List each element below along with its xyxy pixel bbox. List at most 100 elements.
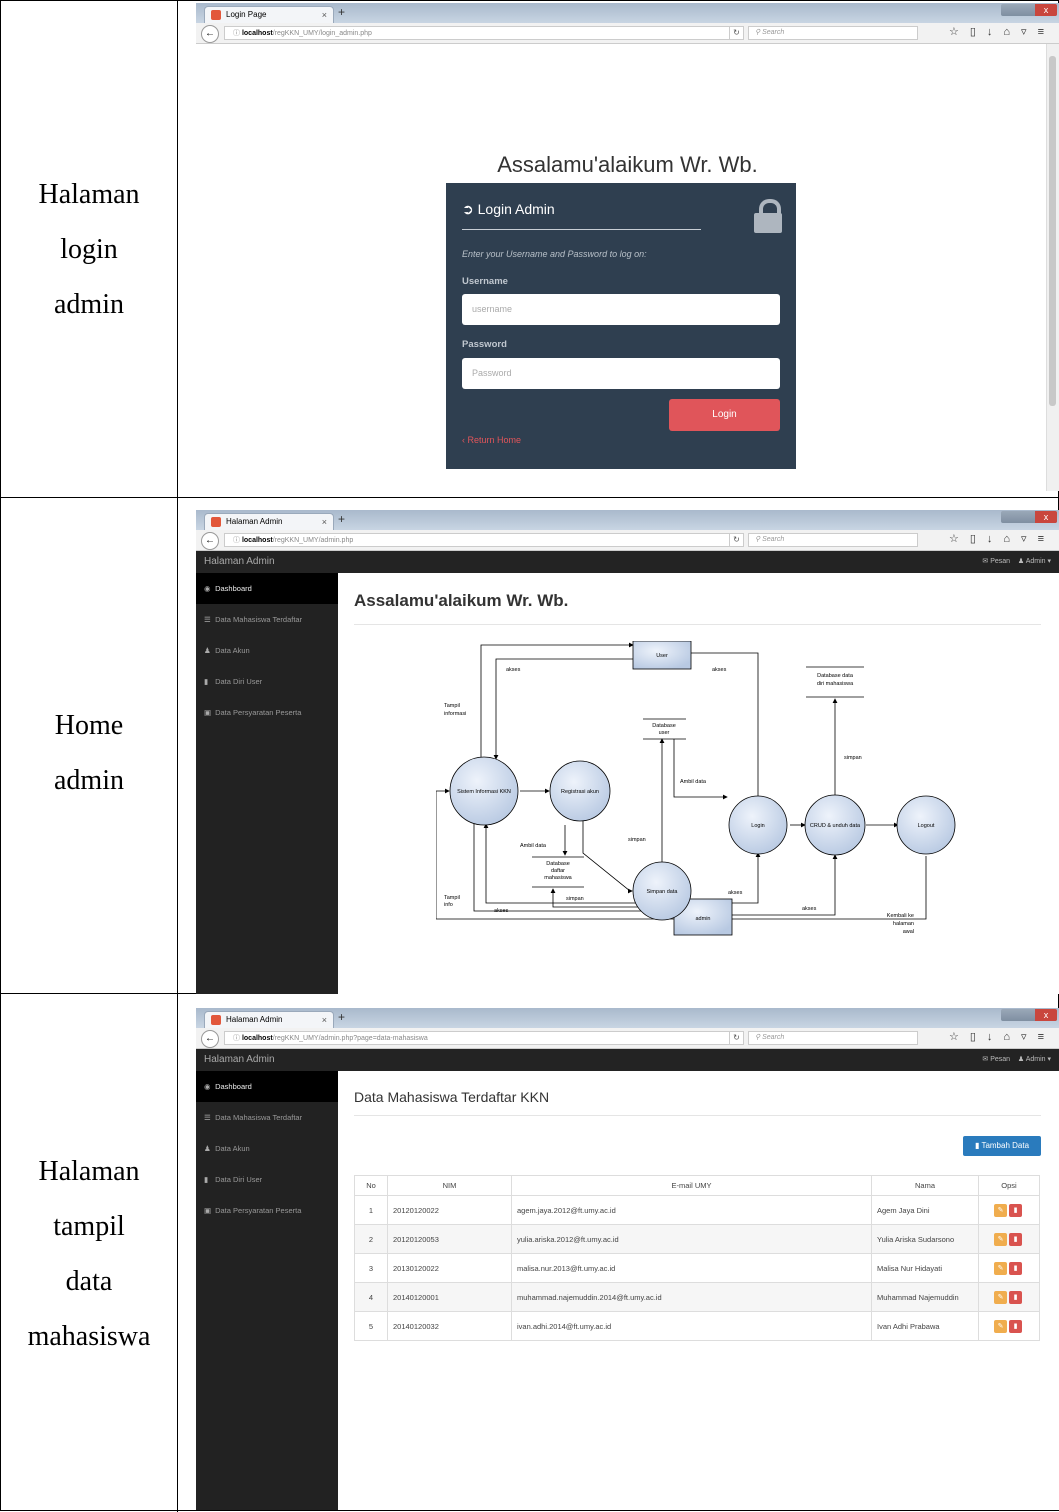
brand[interactable]: Halaman Admin	[204, 1054, 275, 1065]
search-field[interactable]: ⚲ Search	[748, 1031, 918, 1045]
password-label: Password	[462, 339, 507, 350]
user-menu[interactable]: Admin	[1026, 1056, 1046, 1063]
address-bar[interactable]: ⓘ localhost/regKKN_UMY/admin.php?page=da…	[224, 1031, 744, 1045]
trash-icon[interactable]: ▮	[1009, 1290, 1022, 1304]
toolbar-icons[interactable]: ☆▯↓⌂▿≡	[949, 25, 1055, 38]
row-table: Halaman tampil data mahasiswa Halaman Ad…	[1, 994, 1059, 1512]
users-icon: ♟	[204, 1144, 211, 1153]
edit-icon[interactable]: ✎	[994, 1319, 1007, 1333]
new-tab-button[interactable]: +	[338, 512, 345, 526]
sidebar-item-persyaratan[interactable]: ▣ Data Persyaratan Peserta	[196, 1195, 338, 1226]
user-menu[interactable]: Admin	[1026, 558, 1046, 565]
cell-nim: 20130120022	[387, 1253, 512, 1283]
nav-bar: ← ⓘ localhost/regKKN_UMY/login_admin.php…	[196, 23, 1059, 44]
back-arrow-icon[interactable]: ←	[201, 25, 219, 43]
sidebar-item-dashboard[interactable]: ◉ Dashboard	[196, 573, 338, 604]
new-tab-button[interactable]: +	[338, 1010, 345, 1024]
window-controls[interactable]: x	[1001, 511, 1057, 523]
sidebar-item-persyaratan[interactable]: ▣ Data Persyaratan Peserta	[196, 697, 338, 728]
sidebar-item-akun[interactable]: ♟ Data Akun	[196, 635, 338, 666]
sidebar-item-mahasiswa[interactable]: ☰ Data Mahasiswa Terdaftar	[196, 604, 338, 635]
label-informasi: informasi	[444, 711, 466, 717]
edit-icon[interactable]: ✎	[994, 1232, 1007, 1246]
envelope-icon: ✉	[982, 558, 989, 565]
edit-icon[interactable]: ✎	[994, 1261, 1007, 1275]
close-window-icon[interactable]: x	[1035, 511, 1057, 523]
edit-icon[interactable]: ✎	[994, 1203, 1007, 1217]
add-data-button[interactable]: ▮ Tambah Data	[963, 1136, 1041, 1156]
address-bar[interactable]: ⓘ localhost/regKKN_UMY/admin.php	[224, 533, 744, 547]
password-input[interactable]: Password	[462, 358, 780, 389]
window-controls[interactable]: x	[1001, 1009, 1057, 1021]
back-arrow-icon[interactable]: ←	[201, 532, 219, 550]
label-line: Home	[54, 710, 124, 741]
edit-icon[interactable]: ✎	[994, 1290, 1007, 1304]
trash-icon[interactable]: ▮	[1009, 1319, 1022, 1333]
return-home-link[interactable]: ‹ Return Home	[462, 435, 521, 445]
login-button[interactable]: Login	[669, 399, 780, 431]
login-title-text: Login Admin	[477, 201, 555, 217]
add-data-label: Tambah Data	[981, 1141, 1030, 1150]
address-bar[interactable]: ⓘ localhost/regKKN_UMY/login_admin.php	[224, 26, 744, 40]
label-awal: awal	[903, 929, 914, 935]
close-window-icon[interactable]: x	[1035, 4, 1057, 16]
dbdaftar-label: mahasiswa	[544, 875, 572, 881]
trash-icon[interactable]: ▮	[1009, 1232, 1022, 1246]
window-controls[interactable]: x	[1001, 4, 1057, 16]
sidebar-item-diri[interactable]: ▮ Data Diri User	[196, 666, 338, 697]
sidebar-label: Data Mahasiswa Terdaftar	[215, 1113, 303, 1122]
cell-email: yulia.ariska.2012@ft.umy.ac.id	[511, 1224, 872, 1254]
toolbar-icons[interactable]: ☆▯↓⌂▿≡	[949, 532, 1055, 545]
data-flow-diagram: User admin Sistem Informasi KKN Registra…	[436, 641, 956, 936]
search-field[interactable]: ⚲ Search	[748, 533, 918, 547]
flow-user-sistem	[493, 658, 633, 760]
toolbar-icons[interactable]: ☆▯↓⌂▿≡	[949, 1030, 1055, 1043]
username-input[interactable]: username	[462, 294, 780, 325]
sidebar-item-akun[interactable]: ♟ Data Akun	[196, 1133, 338, 1164]
reload-icon[interactable]: ↻	[729, 1031, 744, 1045]
label-simpan: simpan	[844, 755, 862, 761]
sidebar-item-mahasiswa[interactable]: ☰ Data Mahasiswa Terdaftar	[196, 1102, 338, 1133]
flow-sistem-user	[480, 642, 634, 759]
sidebar-label: Data Akun	[215, 646, 250, 655]
url-path: /regKKN_UMY/admin.php?page=data-mahasisw…	[272, 1035, 428, 1042]
scrollbar-thumb[interactable]	[1049, 56, 1056, 406]
browser-tab[interactable]: Halaman Admin ×	[204, 513, 334, 531]
envelope-icon: ✉	[982, 1056, 989, 1063]
label-akses: akses	[506, 667, 521, 673]
browser-tab[interactable]: Login Page ×	[204, 6, 334, 24]
trash-icon[interactable]: ▮	[1009, 1203, 1022, 1217]
close-tab-icon[interactable]: ×	[322, 514, 327, 530]
sidebar-label: Data Diri User	[215, 1175, 263, 1184]
search-placeholder: Search	[762, 1034, 785, 1041]
label-halaman: halaman	[893, 921, 914, 927]
reload-icon[interactable]: ↻	[729, 26, 744, 40]
messages-link[interactable]: Pesan	[990, 558, 1010, 565]
new-tab-button[interactable]: +	[338, 5, 345, 19]
close-tab-icon[interactable]: ×	[322, 1012, 327, 1028]
cell-no: 3	[354, 1253, 388, 1283]
close-window-icon[interactable]: x	[1035, 1009, 1057, 1021]
user-icon: ♟	[1017, 558, 1025, 565]
cell-email: agem.jaya.2012@ft.umy.ac.id	[511, 1195, 872, 1225]
row-label-login: Halaman login admin	[1, 167, 177, 332]
heading-divider	[354, 1115, 1041, 1116]
list-icon: ☰	[204, 615, 211, 624]
sidebar-item-dashboard[interactable]: ◉ Dashboard	[196, 1071, 338, 1102]
scrollbar[interactable]	[1046, 44, 1059, 491]
brand[interactable]: Halaman Admin	[204, 556, 275, 567]
browser-tab[interactable]: Halaman Admin ×	[204, 1011, 334, 1029]
page-body: Halaman Admin ✉ Pesan ♟ Admin ▾ ◉ Dashbo…	[196, 1049, 1059, 1510]
back-arrow-icon[interactable]: ←	[201, 1030, 219, 1048]
column-divider	[177, 994, 178, 1512]
tab-bar: Halaman Admin × + x	[196, 510, 1059, 531]
trash-icon[interactable]: ▮	[1009, 1261, 1022, 1275]
close-tab-icon[interactable]: ×	[322, 7, 327, 23]
messages-link[interactable]: Pesan	[990, 1056, 1010, 1063]
row-login: Halaman login admin Login Page × + x ← ⓘ …	[1, 1, 1059, 498]
main-content: Data Mahasiswa Terdaftar KKN ▮ Tambah Da…	[338, 1071, 1059, 1510]
login-box: ➲ Login Admin Enter your Username and Pa…	[446, 183, 796, 469]
reload-icon[interactable]: ↻	[729, 533, 744, 547]
search-field[interactable]: ⚲ Search	[748, 26, 918, 40]
sidebar-item-diri[interactable]: ▮ Data Diri User	[196, 1164, 338, 1195]
